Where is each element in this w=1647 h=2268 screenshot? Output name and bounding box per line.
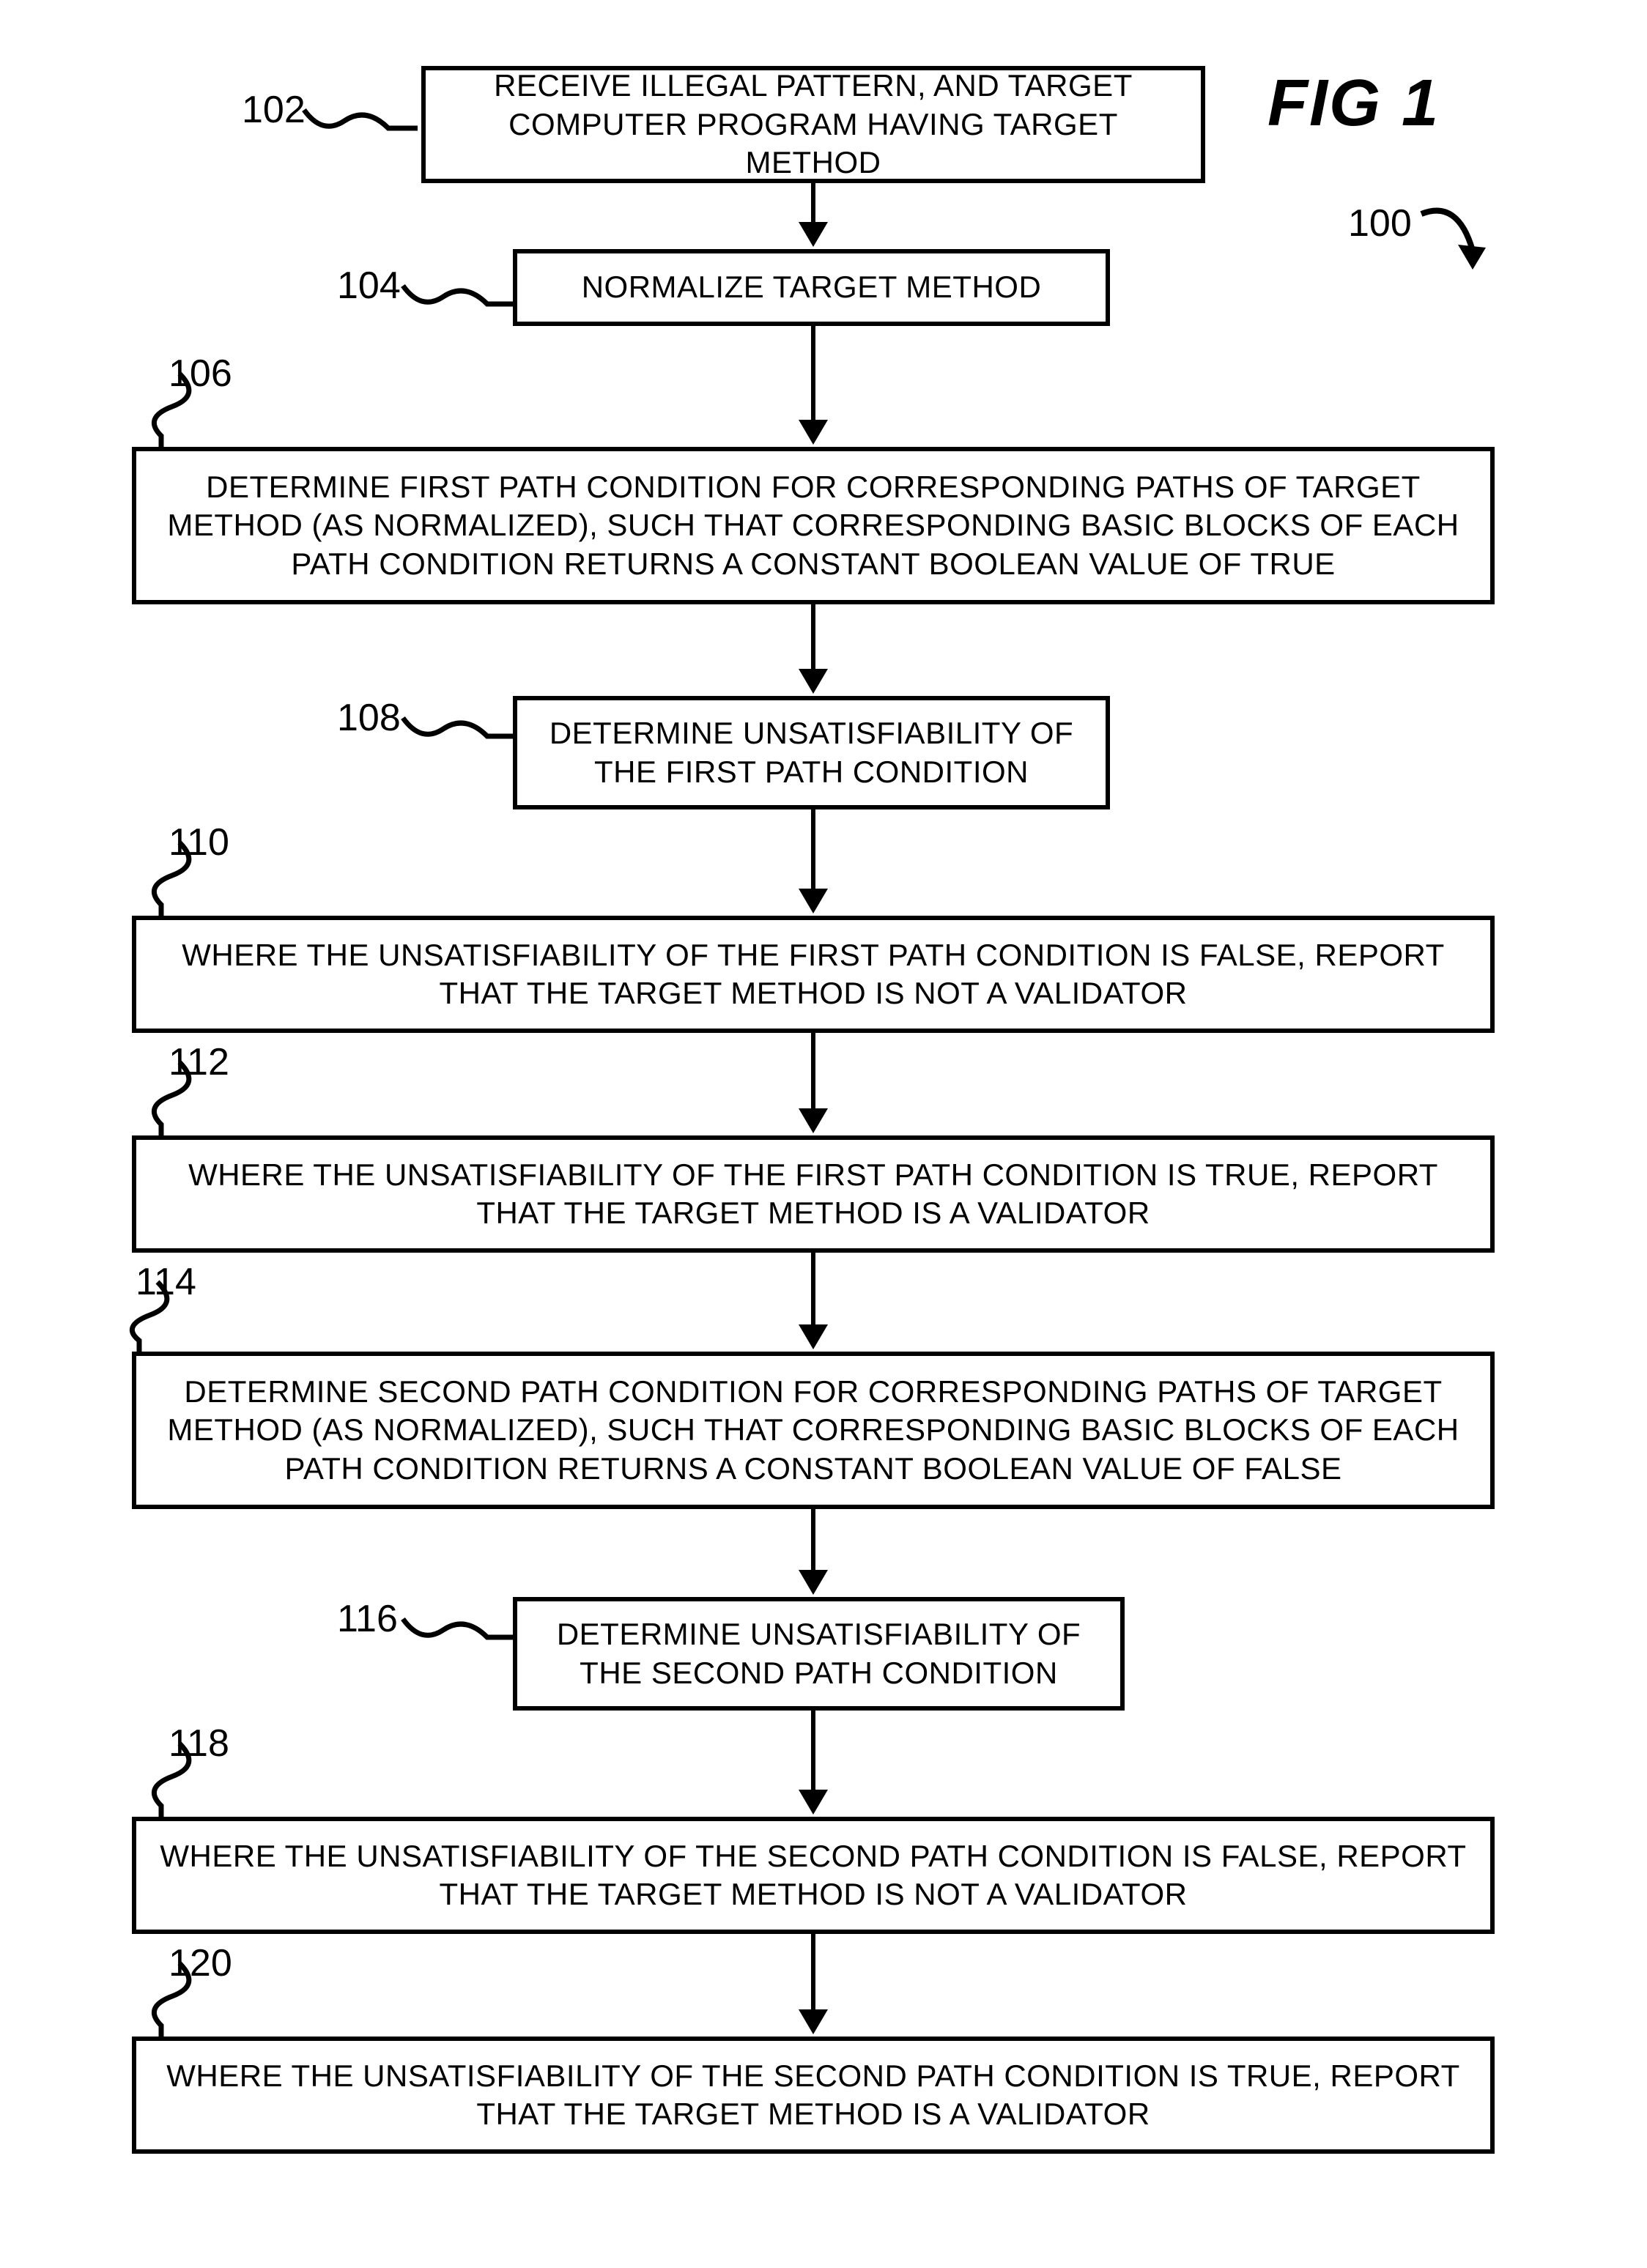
arrow-icon bbox=[799, 1934, 828, 2034]
arrow-icon bbox=[799, 183, 828, 247]
ref-100-arrow-icon bbox=[1414, 199, 1502, 287]
squiggle-icon bbox=[128, 835, 216, 923]
ref-label-116: 116 bbox=[337, 1597, 398, 1641]
arrow-icon bbox=[799, 809, 828, 914]
squiggle-icon bbox=[128, 1956, 216, 2044]
arrow-icon bbox=[799, 1253, 828, 1349]
step-text: DETERMINE SECOND PATH CONDITION FOR CORR… bbox=[158, 1373, 1468, 1489]
squiggle-icon bbox=[128, 1055, 216, 1143]
arrow-icon bbox=[799, 1033, 828, 1133]
flowchart-page: FIG 1 100 102 RECEIVE ILLEGAL PATTERN, A… bbox=[0, 0, 1647, 2268]
squiggle-icon bbox=[128, 1736, 216, 1824]
squiggle-icon bbox=[128, 366, 216, 454]
step-text: WHERE THE UNSATISFIABILITY OF THE SECOND… bbox=[158, 2057, 1468, 2134]
step-box-118: WHERE THE UNSATISFIABILITY OF THE SECOND… bbox=[132, 1817, 1495, 1934]
arrow-icon bbox=[799, 604, 828, 694]
squiggle-icon bbox=[106, 1275, 194, 1355]
step-box-102: RECEIVE ILLEGAL PATTERN, AND TARGET COMP… bbox=[421, 66, 1205, 183]
step-text: WHERE THE UNSATISFIABILITY OF THE FIRST … bbox=[158, 936, 1468, 1013]
squiggle-icon bbox=[300, 95, 425, 147]
ref-100: 100 bbox=[1348, 201, 1412, 245]
squiggle-icon bbox=[399, 271, 517, 322]
step-text: DETERMINE UNSATISFIABILITY OF THE SECOND… bbox=[539, 1615, 1098, 1692]
step-text: WHERE THE UNSATISFIABILITY OF THE FIRST … bbox=[158, 1156, 1468, 1233]
step-text: NORMALIZE TARGET METHOD bbox=[582, 268, 1042, 307]
step-box-114: DETERMINE SECOND PATH CONDITION FOR CORR… bbox=[132, 1352, 1495, 1509]
arrow-icon bbox=[799, 1711, 828, 1815]
step-box-110: WHERE THE UNSATISFIABILITY OF THE FIRST … bbox=[132, 916, 1495, 1033]
ref-label-102: 102 bbox=[242, 88, 306, 132]
step-box-120: WHERE THE UNSATISFIABILITY OF THE SECOND… bbox=[132, 2037, 1495, 2154]
ref-100-number: 100 bbox=[1348, 202, 1412, 245]
squiggle-icon bbox=[399, 703, 517, 755]
squiggle-icon bbox=[399, 1604, 517, 1656]
step-text: DETERMINE UNSATISFIABILITY OF THE FIRST … bbox=[539, 714, 1084, 791]
ref-label-104: 104 bbox=[337, 264, 401, 308]
step-box-108: DETERMINE UNSATISFIABILITY OF THE FIRST … bbox=[513, 696, 1110, 809]
ref-label-108: 108 bbox=[337, 696, 401, 740]
step-text: RECEIVE ILLEGAL PATTERN, AND TARGET COMP… bbox=[448, 67, 1179, 182]
step-box-106: DETERMINE FIRST PATH CONDITION FOR CORRE… bbox=[132, 447, 1495, 604]
step-text: WHERE THE UNSATISFIABILITY OF THE SECOND… bbox=[158, 1837, 1468, 1914]
step-box-116: DETERMINE UNSATISFIABILITY OF THE SECOND… bbox=[513, 1597, 1125, 1711]
arrow-icon bbox=[799, 1509, 828, 1595]
figure-title: FIG 1 bbox=[1267, 66, 1440, 141]
arrow-icon bbox=[799, 326, 828, 445]
step-box-112: WHERE THE UNSATISFIABILITY OF THE FIRST … bbox=[132, 1135, 1495, 1253]
step-text: DETERMINE FIRST PATH CONDITION FOR CORRE… bbox=[158, 468, 1468, 584]
step-box-104: NORMALIZE TARGET METHOD bbox=[513, 249, 1110, 326]
